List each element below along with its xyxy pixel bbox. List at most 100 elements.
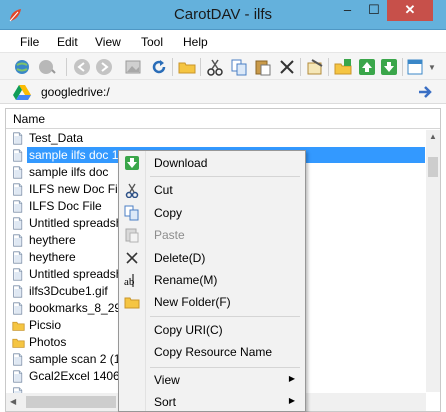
file-name: ILFS Doc File xyxy=(29,199,102,213)
menu-item-copy-resource-name[interactable]: Copy Resource Name xyxy=(119,341,305,363)
vertical-scrollbar[interactable]: ▲ xyxy=(426,130,440,392)
submenu-arrow-icon: ▶ xyxy=(288,396,295,405)
scissors-icon xyxy=(125,183,139,198)
folder-icon xyxy=(124,297,140,309)
menu-item-delete[interactable]: Delete(D) xyxy=(119,247,305,269)
menu-item-paste[interactable]: Paste xyxy=(119,224,305,246)
menu-item-label: Cut xyxy=(154,183,173,197)
minimize-button[interactable]: – xyxy=(334,0,361,21)
rename-icon: ab xyxy=(124,274,135,288)
file-icon xyxy=(13,302,23,315)
delete-icon[interactable] xyxy=(278,58,296,76)
file-name: Untitled spreadshe xyxy=(29,267,130,281)
cut-icon[interactable] xyxy=(206,58,224,76)
toolbar-separator xyxy=(66,58,67,76)
menu-item-view[interactable]: View ▶ xyxy=(119,369,305,391)
title-bar[interactable]: CarotDAV - ilfs – ☐ ✕ xyxy=(0,0,446,30)
context-menu-separator xyxy=(150,316,300,317)
context-menu-separator xyxy=(150,176,300,177)
file-icon xyxy=(13,251,23,264)
file-icon xyxy=(13,285,23,298)
file-icon xyxy=(13,370,23,383)
menu-item-copy[interactable]: Copy xyxy=(119,202,305,224)
menu-item-new-folder[interactable]: New Folder(F) xyxy=(119,291,305,313)
properties-icon[interactable] xyxy=(306,58,324,76)
menu-help[interactable]: Help xyxy=(183,35,208,49)
upload-icon[interactable] xyxy=(358,58,376,76)
maximize-button[interactable]: ☐ xyxy=(361,0,387,21)
toolbar: ▼ xyxy=(0,52,446,80)
menu-item-label: Copy URI(C) xyxy=(154,323,223,337)
file-icon xyxy=(13,166,23,179)
download-icon[interactable] xyxy=(380,58,398,76)
menu-tool[interactable]: Tool xyxy=(141,35,163,49)
file-name: ilfs3Dcube1.gif xyxy=(29,284,108,298)
file-row[interactable]: Test_Data xyxy=(6,130,426,147)
paste-icon xyxy=(125,228,139,243)
file-name: sample ilfs doc 1 xyxy=(27,147,121,163)
file-name: ILFS new Doc File xyxy=(29,182,128,196)
scroll-up-icon[interactable]: ▲ xyxy=(429,132,437,141)
menu-item-rename[interactable]: ab Rename(M) xyxy=(119,269,305,291)
context-menu-separator xyxy=(150,367,300,368)
menu-view[interactable]: View xyxy=(95,35,121,49)
refresh-icon[interactable] xyxy=(150,58,168,76)
menu-item-label: Sort xyxy=(154,395,177,409)
menu-file[interactable]: File xyxy=(20,35,39,49)
column-header-label: Name xyxy=(13,112,46,126)
globe-connect-icon[interactable] xyxy=(14,58,32,76)
copy-icon xyxy=(124,205,139,221)
menu-item-cut[interactable]: Cut xyxy=(119,179,305,201)
file-name: heythere xyxy=(29,250,76,264)
menu-item-label: Paste xyxy=(154,228,185,242)
back-icon[interactable] xyxy=(73,58,91,76)
chevron-down-icon[interactable]: ▼ xyxy=(428,63,436,72)
file-icon xyxy=(13,183,23,196)
view-mode-icon[interactable] xyxy=(407,58,425,76)
paste-icon[interactable] xyxy=(254,58,272,76)
upload-folder-icon[interactable] xyxy=(334,58,352,76)
toolbar-separator xyxy=(300,58,301,76)
menu-item-download[interactable]: Download xyxy=(119,152,305,174)
file-name: Test_Data xyxy=(29,131,84,145)
globe-disconnect-icon[interactable] xyxy=(38,58,56,76)
file-name: bookmarks_8_29_ xyxy=(29,301,128,315)
menu-item-copy-uri[interactable]: Copy URI(C) xyxy=(119,319,305,341)
new-folder-icon[interactable] xyxy=(178,58,196,76)
file-icon xyxy=(13,217,23,230)
menu-item-label: Rename(M) xyxy=(154,273,218,287)
column-header-name[interactable]: Name xyxy=(6,109,440,129)
menu-item-label: New Folder(F) xyxy=(154,295,231,309)
file-icon xyxy=(13,353,23,366)
horizontal-scroll-thumb[interactable] xyxy=(26,396,116,408)
menu-item-label: Delete(D) xyxy=(154,251,206,265)
google-drive-icon xyxy=(13,85,31,100)
vertical-scroll-thumb[interactable] xyxy=(428,157,438,177)
menu-item-label: View xyxy=(154,373,180,387)
menu-edit[interactable]: Edit xyxy=(57,35,78,49)
file-icon xyxy=(13,200,23,213)
folder-icon xyxy=(12,321,25,331)
copy-icon[interactable] xyxy=(230,58,248,76)
file-name: heythere xyxy=(29,233,76,247)
toolbar-separator xyxy=(172,58,173,76)
file-name: Picsio xyxy=(29,318,62,332)
scroll-left-icon[interactable]: ◀ xyxy=(10,397,16,406)
delete-x-icon xyxy=(126,252,138,264)
file-name: sample ilfs doc xyxy=(29,165,109,179)
image-icon[interactable] xyxy=(124,58,142,76)
menu-item-sort[interactable]: Sort ▶ xyxy=(119,391,305,412)
download-green-icon xyxy=(125,156,139,170)
address-bar: googledrive:/ xyxy=(0,80,446,104)
menu-item-label: Download xyxy=(154,156,208,170)
close-button[interactable]: ✕ xyxy=(387,0,433,21)
submenu-arrow-icon: ▶ xyxy=(288,374,295,383)
go-arrow-icon[interactable] xyxy=(418,84,434,100)
menu-bar: File Edit View Tool Help xyxy=(0,30,446,52)
file-icon xyxy=(13,234,23,247)
address-input[interactable]: googledrive:/ xyxy=(41,85,110,99)
file-icon xyxy=(13,268,23,281)
menu-item-label: Copy xyxy=(154,206,183,220)
forward-icon[interactable] xyxy=(95,58,113,76)
file-icon xyxy=(13,132,23,145)
